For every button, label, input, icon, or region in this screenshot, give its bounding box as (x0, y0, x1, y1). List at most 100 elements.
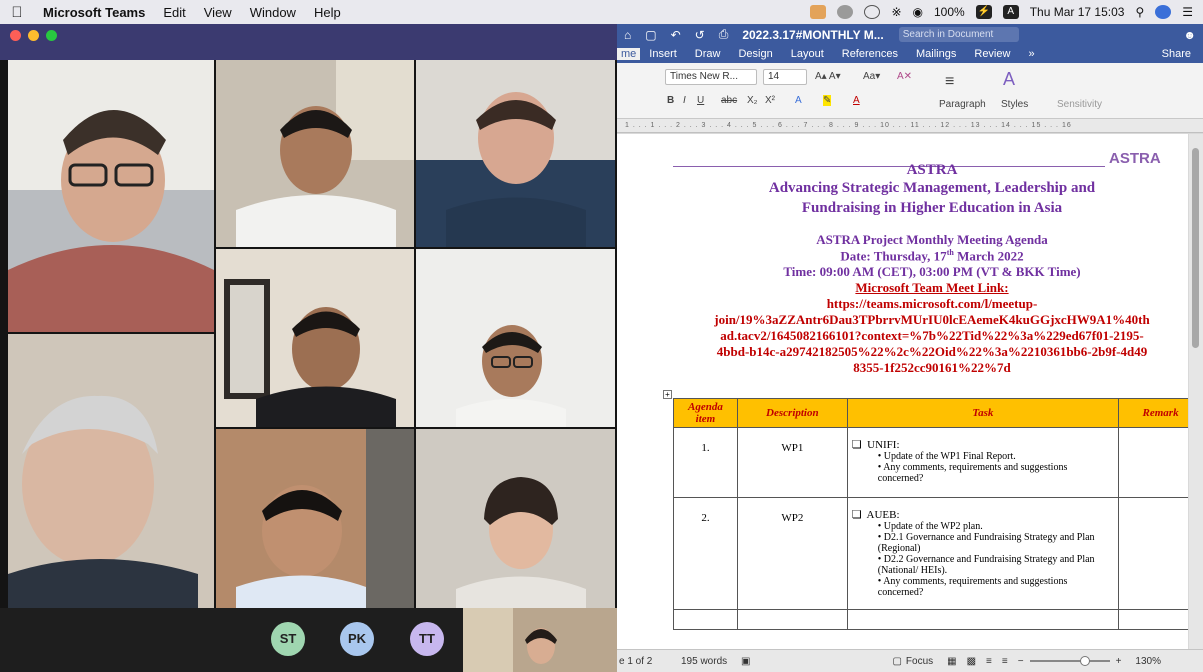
tab-insert[interactable]: Insert (640, 48, 686, 60)
agenda-table: Agenda item Description Task Remark 1. W… (673, 398, 1188, 630)
superscript-icon[interactable]: X² (765, 95, 775, 106)
bluetooth-icon[interactable]: ※ (891, 5, 901, 19)
meeting-link-line[interactable]: 8355-1f252cc90161%22%7d (667, 360, 1188, 376)
task-bullet: Any comments, requirements and suggestio… (878, 462, 1114, 484)
agenda-description (736, 609, 848, 630)
app-menu[interactable]: Microsoft Teams (34, 5, 154, 20)
video-tile-4[interactable] (216, 249, 414, 427)
bold-icon[interactable]: B (667, 95, 674, 106)
agenda-item-number: 2. (673, 497, 738, 610)
meeting-link-line[interactable]: ad.tacv2/1645082166101?context=%7b%22Tid… (667, 328, 1188, 344)
share-button[interactable]: Share (1162, 48, 1203, 60)
tab-layout[interactable]: Layout (782, 48, 833, 60)
font-name-select[interactable]: Times New R... (665, 69, 757, 85)
scrollbar-thumb[interactable] (1192, 148, 1199, 348)
tab-mailings[interactable]: Mailings (907, 48, 965, 60)
undo-icon[interactable]: ↶ (664, 28, 688, 42)
font-size-select[interactable]: 14 (763, 69, 807, 85)
wifi-icon[interactable]: ◉ (913, 5, 923, 19)
account-icon[interactable]: ☻ (1176, 28, 1203, 42)
print-icon[interactable]: ⎙ (712, 27, 736, 42)
input-source-icon[interactable]: A (1002, 5, 1019, 19)
redo-icon[interactable]: ↺ (688, 28, 712, 42)
proofing-icon[interactable]: ▣ (741, 656, 750, 667)
text-effects-icon[interactable]: A (795, 95, 802, 106)
tab-draw[interactable]: Draw (686, 48, 730, 60)
styles-icon[interactable]: A (1003, 69, 1015, 90)
menu-view[interactable]: View (195, 5, 241, 20)
paragraph-icon[interactable]: ≡ (945, 73, 954, 91)
zoom-level[interactable]: 130% (1135, 656, 1161, 667)
zoom-window-icon[interactable] (46, 30, 57, 41)
video-tile-1[interactable] (8, 60, 214, 332)
participant-avatar[interactable]: TT (410, 622, 444, 656)
draft-icon[interactable]: ≡ (1002, 656, 1008, 667)
video-tile-2[interactable] (216, 60, 414, 247)
home-icon[interactable]: ⌂ (617, 28, 638, 42)
video-tile-3[interactable] (416, 60, 615, 247)
agenda-remark (1118, 427, 1188, 498)
tab-review[interactable]: Review (965, 48, 1019, 60)
highlight-icon[interactable]: ✎ (823, 95, 832, 106)
menu-help[interactable]: Help (305, 5, 350, 20)
outline-icon[interactable]: ≡ (986, 656, 992, 667)
zoom-slider[interactable] (1029, 656, 1110, 666)
font-color-icon[interactable]: A (853, 95, 860, 106)
italic-icon[interactable]: I (683, 95, 686, 106)
meeting-link-line[interactable]: join/19%3aZZAntr6Dau3TPbrrvMUrIU0lcEAeme… (667, 312, 1188, 328)
strikethrough-icon[interactable]: abc (721, 95, 737, 106)
menu-edit[interactable]: Edit (154, 5, 194, 20)
zoom-out-icon[interactable]: − (1018, 656, 1024, 667)
meeting-link-line[interactable]: 4bbd-b14c-a29742182505%22%2c%22Oid%22%3a… (667, 344, 1188, 360)
styles-label[interactable]: Styles (1001, 99, 1028, 110)
participant-avatar[interactable]: ST (271, 622, 305, 656)
word-window: ⌂ ▢ ↶ ↺ ⎙ 2022.3.17#MONTHLY M... Search … (617, 24, 1203, 672)
focus-button[interactable]: Focus (906, 656, 933, 667)
teams-bottom-bar: ST PK TT (0, 608, 617, 672)
web-layout-icon[interactable]: ▩ (967, 656, 976, 667)
focus-icon[interactable]: ▢ (892, 656, 901, 667)
word-count[interactable]: 195 words (681, 656, 741, 667)
col-header-agenda-item: Agenda item (673, 398, 738, 428)
table-move-handle-icon[interactable]: + (663, 390, 672, 399)
print-layout-icon[interactable]: ▦ (947, 656, 956, 667)
underline-icon[interactable]: U (697, 95, 704, 106)
clear-formatting-icon[interactable]: A✕ (897, 71, 912, 82)
minimize-window-icon[interactable] (28, 30, 39, 41)
grow-font-icon[interactable]: A▴ A▾ (815, 71, 841, 82)
vertical-scrollbar[interactable] (1189, 134, 1203, 649)
siri-icon[interactable] (1155, 5, 1172, 19)
participant-avatar[interactable]: PK (340, 622, 374, 656)
app-tray-icon[interactable] (810, 5, 827, 19)
ruler[interactable]: 1 . . . 1 . . . 2 . . . 3 . . . 4 . . . … (617, 119, 1203, 133)
tab-home[interactable]: me (617, 48, 641, 60)
self-view-video[interactable] (463, 608, 617, 672)
menu-window[interactable]: Window (241, 5, 305, 20)
menubar:  Microsoft Teams Edit View Window Help … (0, 0, 1203, 24)
video-tile-7[interactable] (216, 429, 414, 608)
zoom-slider-thumb[interactable] (1079, 656, 1090, 666)
video-tile-5[interactable] (416, 249, 615, 427)
page-count[interactable]: e 1 of 2 (617, 656, 681, 667)
record-tray-icon[interactable] (864, 5, 881, 19)
close-window-icon[interactable] (10, 30, 21, 41)
zoom-in-icon[interactable]: + (1116, 656, 1122, 667)
clock[interactable]: Thu Mar 17 15:03 (1030, 5, 1125, 19)
video-tile-8[interactable] (416, 429, 615, 608)
tab-design[interactable]: Design (729, 48, 781, 60)
sensitivity-label[interactable]: Sensitivity (1057, 99, 1102, 110)
save-icon[interactable]: ▢ (638, 28, 663, 42)
change-case-icon[interactable]: Aa▾ (863, 71, 880, 82)
apple-menu-icon[interactable]:  (0, 4, 34, 21)
video-tile-6[interactable] (8, 334, 214, 608)
subscript-icon[interactable]: X₂ (747, 95, 758, 106)
tab-references[interactable]: References (833, 48, 907, 60)
spotlight-icon[interactable]: ⚲ (1135, 5, 1144, 19)
meeting-link-line[interactable]: https://teams.microsoft.com/l/meetup- (667, 296, 1188, 312)
control-center-icon[interactable]: ☰ (1182, 5, 1193, 19)
paragraph-label[interactable]: Paragraph (939, 99, 986, 110)
chat-tray-icon[interactable] (837, 5, 854, 19)
battery-icon[interactable]: ⚡ (975, 5, 992, 19)
search-document-input[interactable]: Search in Document (898, 27, 1019, 42)
tab-overflow[interactable]: » (1019, 48, 1043, 60)
